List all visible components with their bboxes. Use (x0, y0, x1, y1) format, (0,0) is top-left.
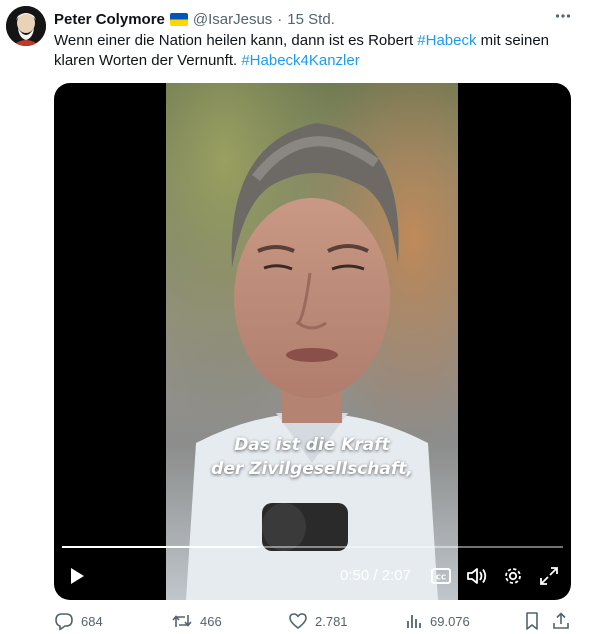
video-time-display: 0:50 / 2:07 (340, 567, 411, 584)
settings-gear-icon[interactable] (501, 563, 525, 589)
header-separator: · (277, 10, 283, 28)
author-handle[interactable]: @IsarJesus (193, 11, 272, 28)
timestamp[interactable]: 15 Std. (287, 11, 335, 28)
like-button[interactable]: 2.781 (288, 611, 348, 631)
author-name[interactable]: Peter Colymore (54, 11, 165, 28)
share-icon (553, 612, 569, 629)
hashtag-habeck[interactable]: #Habeck (417, 32, 476, 49)
video-frame: Das ist die Kraft der Zivilgesellschaft, (166, 83, 458, 600)
views-button[interactable]: 69.076 (405, 611, 470, 631)
repost-button[interactable]: 466 (171, 611, 222, 631)
avatar-image (6, 6, 46, 46)
video-progress-bar[interactable] (62, 546, 563, 548)
video-player[interactable]: Das ist die Kraft der Zivilgesellschaft,… (54, 83, 571, 600)
reply-count: 684 (81, 613, 103, 629)
reply-button[interactable]: 684 (54, 611, 103, 631)
hashtag-habeck4kanzler[interactable]: #Habeck4Kanzler (241, 52, 359, 69)
fullscreen-icon[interactable] (537, 563, 561, 589)
closed-captions-icon[interactable]: CC (429, 563, 453, 589)
volume-icon[interactable] (464, 563, 490, 589)
more-options-icon[interactable] (551, 4, 575, 28)
caption-line-2: der Zivilgesellschaft, (211, 459, 413, 479)
ukraine-flag-icon (169, 12, 188, 26)
tweet-text: Wenn einer die Nation heilen kann, dann … (54, 31, 579, 71)
bookmark-button[interactable] (523, 611, 548, 631)
views-count: 69.076 (430, 613, 470, 629)
repost-icon (172, 615, 192, 627)
play-icon[interactable] (66, 563, 88, 589)
repost-count: 466 (200, 613, 222, 629)
tweet-actions: 684 466 2.781 69.076 (54, 611, 574, 633)
views-chart-icon (407, 615, 421, 628)
tweet-header: Peter Colymore @IsarJesus · 15 Std. (54, 9, 569, 29)
heart-icon (289, 613, 307, 629)
svg-text:CC: CC (436, 574, 446, 582)
avatar[interactable] (6, 6, 46, 46)
bookmark-icon (526, 612, 538, 630)
video-still (166, 83, 458, 600)
video-caption: Das ist die Kraft der Zivilgesellschaft, (166, 433, 458, 481)
tweet-text-part1: Wenn einer die Nation heilen kann, dann … (54, 32, 418, 49)
reply-icon (55, 613, 73, 631)
video-progress-fill (62, 546, 260, 548)
share-button[interactable] (552, 611, 577, 631)
caption-line-1: Das ist die Kraft (234, 435, 390, 455)
like-count: 2.781 (315, 613, 348, 629)
